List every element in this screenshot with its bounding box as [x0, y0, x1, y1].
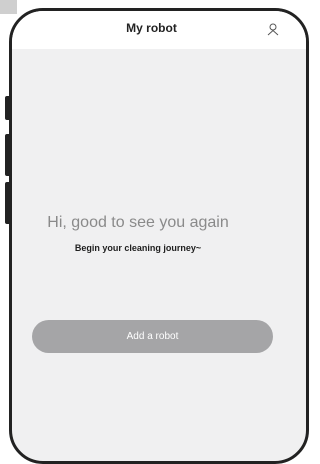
subtitle-text: Begin your cleaning journey~ — [74, 243, 202, 253]
add-robot-button[interactable]: Add a robot — [32, 320, 273, 353]
add-robot-label: Add a robot — [126, 331, 179, 342]
phone-frame: My robot — [9, 8, 309, 464]
page-title: My robot — [126, 21, 177, 35]
user-icon[interactable] — [266, 22, 280, 36]
header-bar: My robot — [12, 11, 306, 49]
greeting-text: Hi, good to see you again — [47, 214, 229, 231]
